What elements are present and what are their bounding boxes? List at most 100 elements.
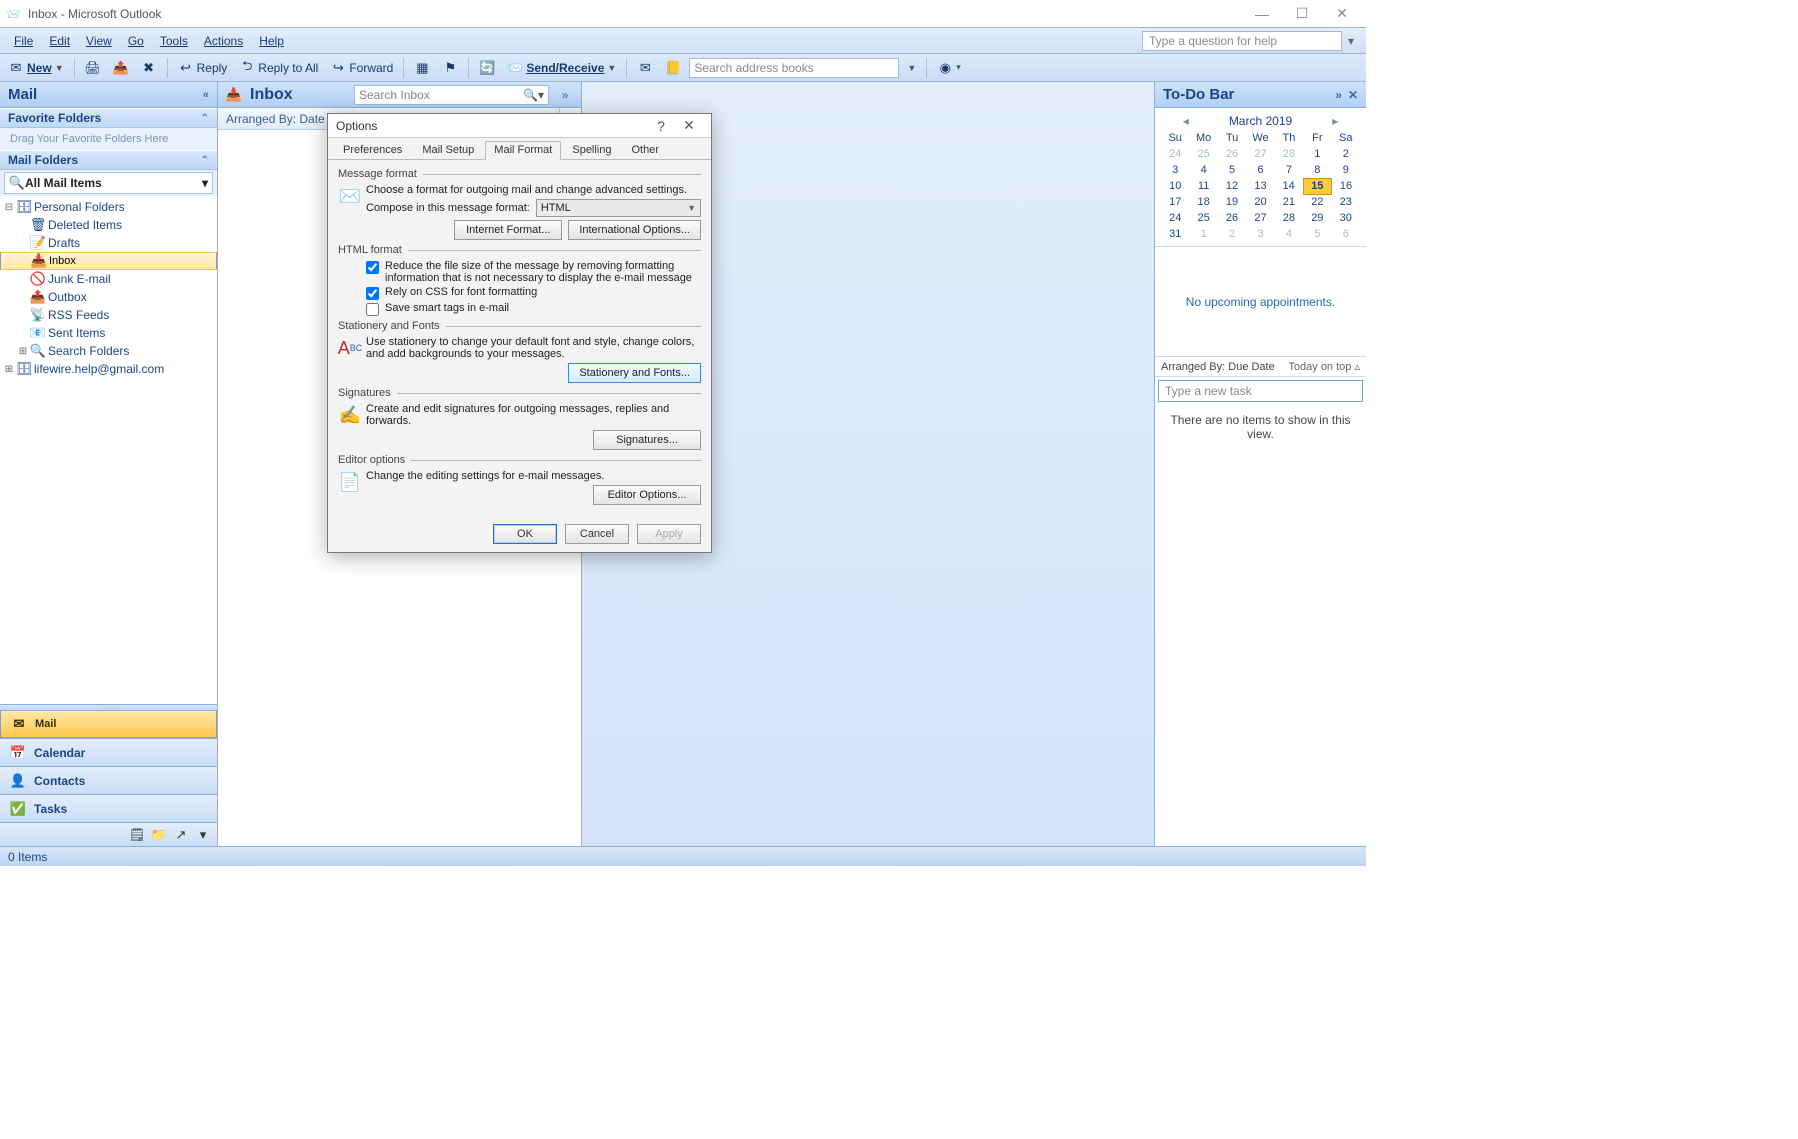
calendar-day[interactable]: 25	[1189, 210, 1217, 226]
ok-button[interactable]: OK	[493, 524, 557, 544]
signatures-button[interactable]: Signatures...	[593, 430, 701, 450]
calendar-day[interactable]: 14	[1275, 178, 1303, 194]
send-receive-split[interactable]: 🔄	[475, 57, 499, 79]
dialog-close-button[interactable]: ✕	[675, 117, 703, 134]
menu-view[interactable]: View	[78, 32, 120, 50]
reply-button[interactable]: ↩Reply	[174, 57, 232, 79]
tab-preferences[interactable]: Preferences	[334, 141, 411, 160]
shortcuts-icon[interactable]: ↗	[173, 827, 189, 843]
internet-format-button[interactable]: Internet Format...	[454, 220, 562, 240]
new-task-input[interactable]: Type a new task	[1158, 380, 1363, 402]
notes-icon[interactable]: 🗒	[129, 827, 145, 843]
menu-help[interactable]: Help	[251, 32, 292, 50]
minimize-button[interactable]: —	[1242, 0, 1282, 28]
send-receive-button[interactable]: 📨Send/Receive▼	[503, 57, 620, 79]
chk-reduce-size[interactable]: Reduce the file size of the message by r…	[366, 260, 701, 284]
tree-drafts[interactable]: 📝Drafts	[0, 234, 217, 252]
reply-all-button[interactable]: ⮌Reply to All	[235, 57, 322, 79]
calendar-day[interactable]: 25	[1189, 146, 1217, 162]
calendar-day[interactable]: 4	[1275, 226, 1303, 242]
editor-options-button[interactable]: Editor Options...	[593, 485, 701, 505]
tree-rss[interactable]: 📡RSS Feeds	[0, 306, 217, 324]
calendar-day[interactable]: 16	[1332, 178, 1360, 194]
menu-actions[interactable]: Actions	[196, 32, 251, 50]
calendar-day[interactable]: 2	[1332, 146, 1360, 162]
calendar-day[interactable]: 1	[1303, 146, 1331, 162]
calendar-day[interactable]: 15	[1303, 178, 1331, 194]
help-button[interactable]: ◉▾	[933, 57, 965, 79]
calendar-day[interactable]: 8	[1303, 162, 1331, 178]
menu-tools[interactable]: Tools	[152, 32, 196, 50]
chk-smart-tags[interactable]: Save smart tags in e-mail	[366, 302, 701, 316]
tree-personal-folders[interactable]: ⊟🗄Personal Folders	[0, 198, 217, 216]
calendar-day[interactable]: 27	[1246, 146, 1274, 162]
help-question-box[interactable]: Type a question for help	[1142, 31, 1342, 51]
tree-sent[interactable]: 📧Sent Items	[0, 324, 217, 342]
calendar-day[interactable]: 5	[1303, 226, 1331, 242]
calendar-day[interactable]: 11	[1189, 178, 1217, 194]
calendar-day[interactable]: 3	[1246, 226, 1274, 242]
configure-buttons-icon[interactable]: ▾	[195, 827, 211, 843]
all-mail-items[interactable]: 🔍All Mail Items▾	[4, 172, 213, 194]
nav-button-mail[interactable]: ✉Mail	[0, 710, 217, 738]
next-month-icon[interactable]: ▸	[1332, 114, 1338, 128]
month-label[interactable]: March 2019	[1229, 114, 1292, 128]
new-button[interactable]: ✉New▼	[4, 57, 68, 79]
calendar-day[interactable]: 23	[1332, 194, 1360, 210]
calendar-day[interactable]: 4	[1189, 162, 1217, 178]
help-dropdown-icon[interactable]: ▾	[1342, 34, 1360, 48]
calendar-day[interactable]: 18	[1189, 194, 1217, 210]
calendar-day[interactable]: 21	[1275, 194, 1303, 210]
move-button[interactable]: 📤	[109, 57, 133, 79]
tab-mail-setup[interactable]: Mail Setup	[413, 141, 483, 160]
tab-other[interactable]: Other	[623, 141, 669, 160]
stationery-fonts-button[interactable]: Stationery and Fonts...	[568, 363, 701, 383]
tree-account[interactable]: ⊞🗄lifewire.help@gmail.com	[0, 360, 217, 378]
tab-mail-format[interactable]: Mail Format	[485, 141, 561, 160]
menu-file[interactable]: File	[6, 32, 41, 50]
followup-button[interactable]: ⚑	[438, 57, 462, 79]
calendar-day[interactable]: 9	[1332, 162, 1360, 178]
task-arrange-by[interactable]: Arranged By: Due DateToday on top ▵	[1155, 357, 1366, 377]
calendar-day[interactable]: 28	[1275, 210, 1303, 226]
nav-button-calendar[interactable]: 📅Calendar	[0, 738, 217, 766]
calendar-day[interactable]: 13	[1246, 178, 1274, 194]
calendar-day[interactable]: 6	[1246, 162, 1274, 178]
cancel-button[interactable]: Cancel	[565, 524, 629, 544]
delete-button[interactable]: ✖	[137, 57, 161, 79]
collapse-nav-icon[interactable]: «	[203, 89, 209, 101]
calendar-day[interactable]: 31	[1161, 226, 1189, 242]
address-book-dropdown[interactable]: ▼	[903, 57, 920, 79]
calendar-day[interactable]: 17	[1161, 194, 1189, 210]
tree-junk[interactable]: 🚫Junk E-mail	[0, 270, 217, 288]
print-button[interactable]: 🖨	[81, 57, 105, 79]
calendar-day[interactable]: 10	[1161, 178, 1189, 194]
dialog-help-button[interactable]: ?	[647, 118, 675, 134]
maximize-button[interactable]: ☐	[1282, 0, 1322, 28]
mail-folders-header[interactable]: Mail Folders⌃	[0, 150, 217, 170]
nav-button-tasks[interactable]: ✅Tasks	[0, 794, 217, 822]
calendar-day[interactable]: 27	[1246, 210, 1274, 226]
tree-outbox[interactable]: 📤Outbox	[0, 288, 217, 306]
calendar-day[interactable]: 30	[1332, 210, 1360, 226]
calendar-day[interactable]: 20	[1246, 194, 1274, 210]
close-button[interactable]: ✕	[1322, 0, 1362, 28]
calendar-day[interactable]: 2	[1218, 226, 1246, 242]
search-inbox-input[interactable]: Search Inbox 🔍▾	[354, 85, 549, 105]
calendar-day[interactable]: 24	[1161, 146, 1189, 162]
tree-inbox[interactable]: 📥Inbox	[0, 252, 217, 270]
search-options-icon[interactable]: »	[557, 88, 573, 102]
categorize-button[interactable]: ▦	[410, 57, 434, 79]
international-options-button[interactable]: International Options...	[568, 220, 701, 240]
calendar-day[interactable]: 6	[1332, 226, 1360, 242]
tree-deleted-items[interactable]: 🗑Deleted Items	[0, 216, 217, 234]
calendar-day[interactable]: 24	[1161, 210, 1189, 226]
nav-button-contacts[interactable]: 👤Contacts	[0, 766, 217, 794]
address-book-icon-button[interactable]: 📒	[661, 57, 685, 79]
tree-search-folders[interactable]: ⊞🔍Search Folders	[0, 342, 217, 360]
calendar-day[interactable]: 3	[1161, 162, 1189, 178]
calendar-day[interactable]: 22	[1303, 194, 1331, 210]
calendar-day[interactable]: 29	[1303, 210, 1331, 226]
forward-button[interactable]: ↪Forward	[326, 57, 397, 79]
chk-css-font[interactable]: Rely on CSS for font formatting	[366, 286, 701, 300]
